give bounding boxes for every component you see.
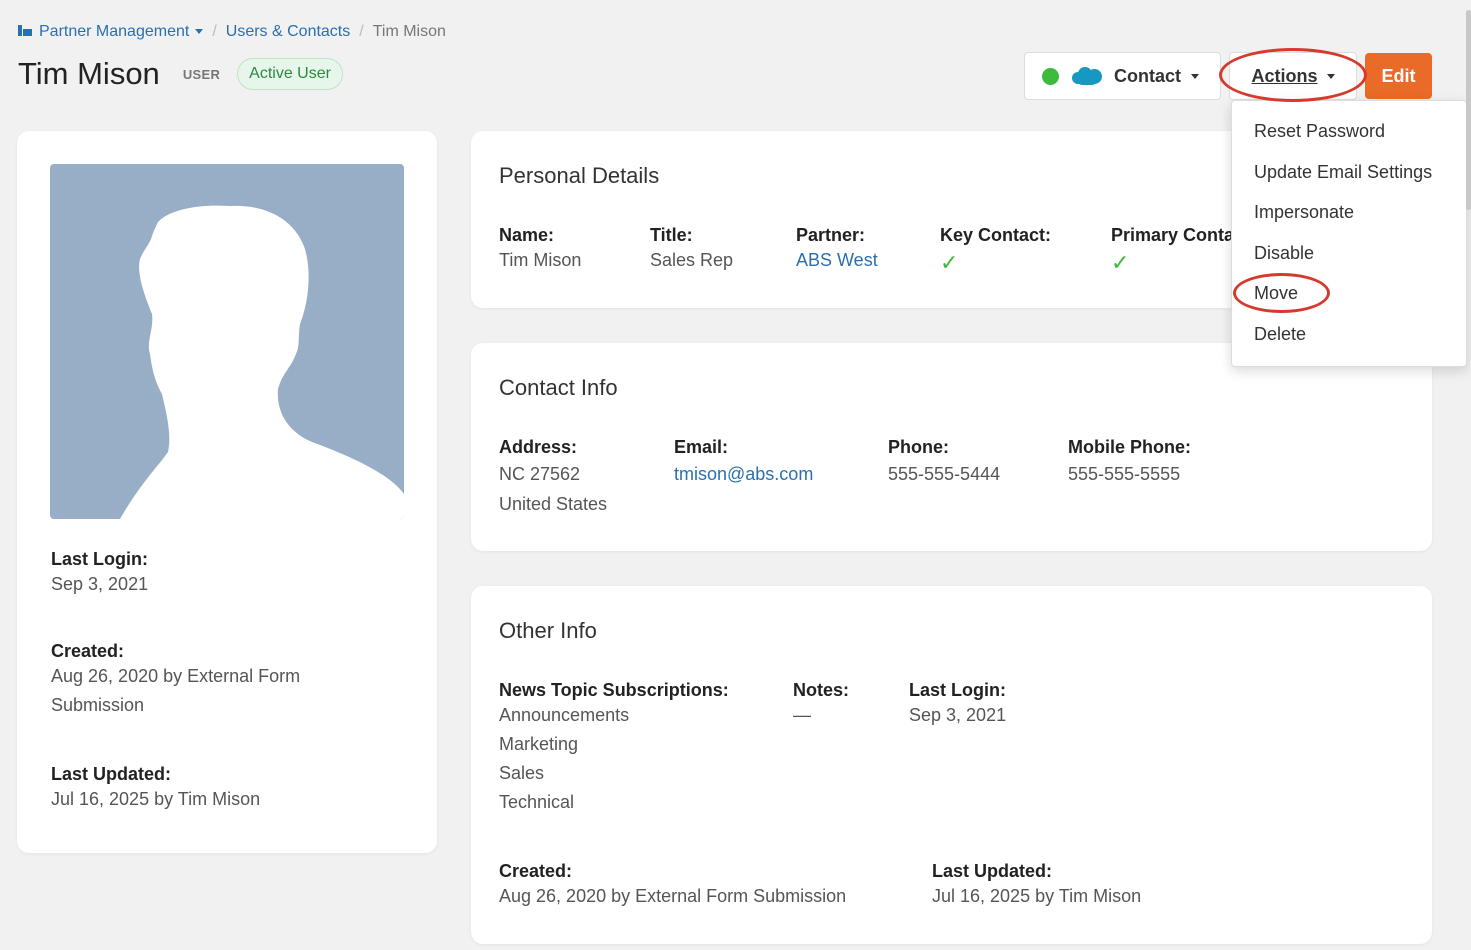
avatar xyxy=(50,164,404,519)
breadcrumb-users-contacts[interactable]: Users & Contacts xyxy=(226,23,350,41)
menu-item-move[interactable]: Move xyxy=(1232,273,1466,314)
actions-button[interactable]: Actions xyxy=(1229,52,1357,100)
title-value: Sales Rep xyxy=(650,250,734,270)
sidebar-updated-value: Jul 16, 2025 by Tim Mison xyxy=(51,789,261,809)
personal-details-title: Personal Details xyxy=(499,163,660,188)
phone-label: Phone: xyxy=(888,437,949,457)
caret-down-icon xyxy=(1326,73,1335,79)
status-dot-icon xyxy=(1042,67,1059,85)
name-value: Tim Mison xyxy=(499,250,582,270)
contact-info-title: Contact Info xyxy=(499,375,618,400)
contact-info-card: Contact Info Address: NC 27562 United St… xyxy=(471,343,1432,551)
contact-button-label: Contact xyxy=(1114,65,1181,86)
address-label: Address: xyxy=(499,437,578,457)
caret-down-icon xyxy=(195,29,204,35)
breadcrumb: Partner Management / Users & Contacts / … xyxy=(18,23,446,41)
title-label: Title: xyxy=(650,225,693,245)
other-last-login-label: Last Login: xyxy=(909,680,1006,700)
sidebar-created-label: Created: xyxy=(51,641,125,661)
key-contact-label: Key Contact: xyxy=(940,225,1052,245)
menu-item-delete[interactable]: Delete xyxy=(1232,314,1466,355)
salesforce-icon xyxy=(1072,66,1102,86)
actions-button-label: Actions xyxy=(1251,65,1318,86)
address-line-2: United States xyxy=(499,494,608,514)
other-updated-label: Last Updated: xyxy=(932,861,1053,881)
partner-label: Partner: xyxy=(796,225,866,245)
breadcrumb-separator: / xyxy=(212,23,217,40)
address-line-1: NC 27562 xyxy=(499,464,581,484)
menu-item-update-email-settings[interactable]: Update Email Settings xyxy=(1232,152,1466,193)
role-tag: USER xyxy=(182,66,221,82)
person-silhouette-icon xyxy=(120,205,404,519)
building-icon xyxy=(18,25,32,36)
other-last-login-value: Sep 3, 2021 xyxy=(909,705,1007,725)
page-title: Tim Mison xyxy=(18,56,160,91)
other-created-value: Aug 26, 2020 by External Form Submission xyxy=(499,886,847,906)
other-updated-value: Jul 16, 2025 by Tim Mison xyxy=(932,886,1142,906)
check-icon: ✓ xyxy=(940,250,959,275)
menu-item-disable[interactable]: Disable xyxy=(1232,233,1466,274)
sidebar-updated-label: Last Updated: xyxy=(51,764,172,784)
other-info-card: Other Info News Topic Subscriptions: Ann… xyxy=(471,586,1432,944)
title-row: Tim Mison USER Active User xyxy=(18,56,343,92)
breadcrumb-separator: / xyxy=(359,23,364,40)
profile-card: Last Login: Sep 3, 2021 Created: Aug 26,… xyxy=(17,131,437,853)
subscriptions-label: News Topic Subscriptions: xyxy=(499,680,729,700)
menu-item-reset-password[interactable]: Reset Password xyxy=(1232,111,1466,152)
name-label: Name: xyxy=(499,225,555,245)
menu-item-impersonate[interactable]: Impersonate xyxy=(1232,192,1466,233)
phone-value: 555-555-5444 xyxy=(888,464,1001,484)
notes-value: — xyxy=(793,705,811,725)
mobile-phone-value: 555-555-5555 xyxy=(1068,464,1181,484)
email-label: Email: xyxy=(674,437,729,457)
breadcrumb-root-label: Partner Management xyxy=(39,23,190,40)
notes-label: Notes: xyxy=(793,680,850,700)
sidebar-created-value-cont: Submission xyxy=(51,695,145,715)
sidebar-last-login-value: Sep 3, 2021 xyxy=(51,574,149,594)
email-link[interactable]: tmison@abs.com xyxy=(674,460,813,489)
other-info-title: Other Info xyxy=(499,618,597,643)
status-badge: Active User xyxy=(237,58,343,90)
other-created-label: Created: xyxy=(499,861,573,881)
breadcrumb-partner-management[interactable]: Partner Management xyxy=(18,23,204,41)
subscription-item: Announcements xyxy=(499,705,630,725)
caret-down-icon xyxy=(1191,73,1199,79)
contact-button[interactable]: Contact xyxy=(1024,52,1221,100)
partner-link[interactable]: ABS West xyxy=(796,246,878,275)
sidebar-last-login-label: Last Login: xyxy=(51,549,148,569)
page-scrollbar[interactable] xyxy=(1466,10,1471,210)
mobile-phone-label: Mobile Phone: xyxy=(1068,437,1191,457)
breadcrumb-current: Tim Mison xyxy=(372,23,446,40)
subscription-item: Sales xyxy=(499,763,545,783)
subscription-item: Marketing xyxy=(499,734,579,754)
edit-button[interactable]: Edit xyxy=(1365,53,1432,99)
actions-dropdown-menu: Reset Password Update Email Settings Imp… xyxy=(1231,100,1467,367)
subscription-item: Technical xyxy=(499,792,575,812)
sidebar-created-value: Aug 26, 2020 by External Form xyxy=(51,666,301,686)
